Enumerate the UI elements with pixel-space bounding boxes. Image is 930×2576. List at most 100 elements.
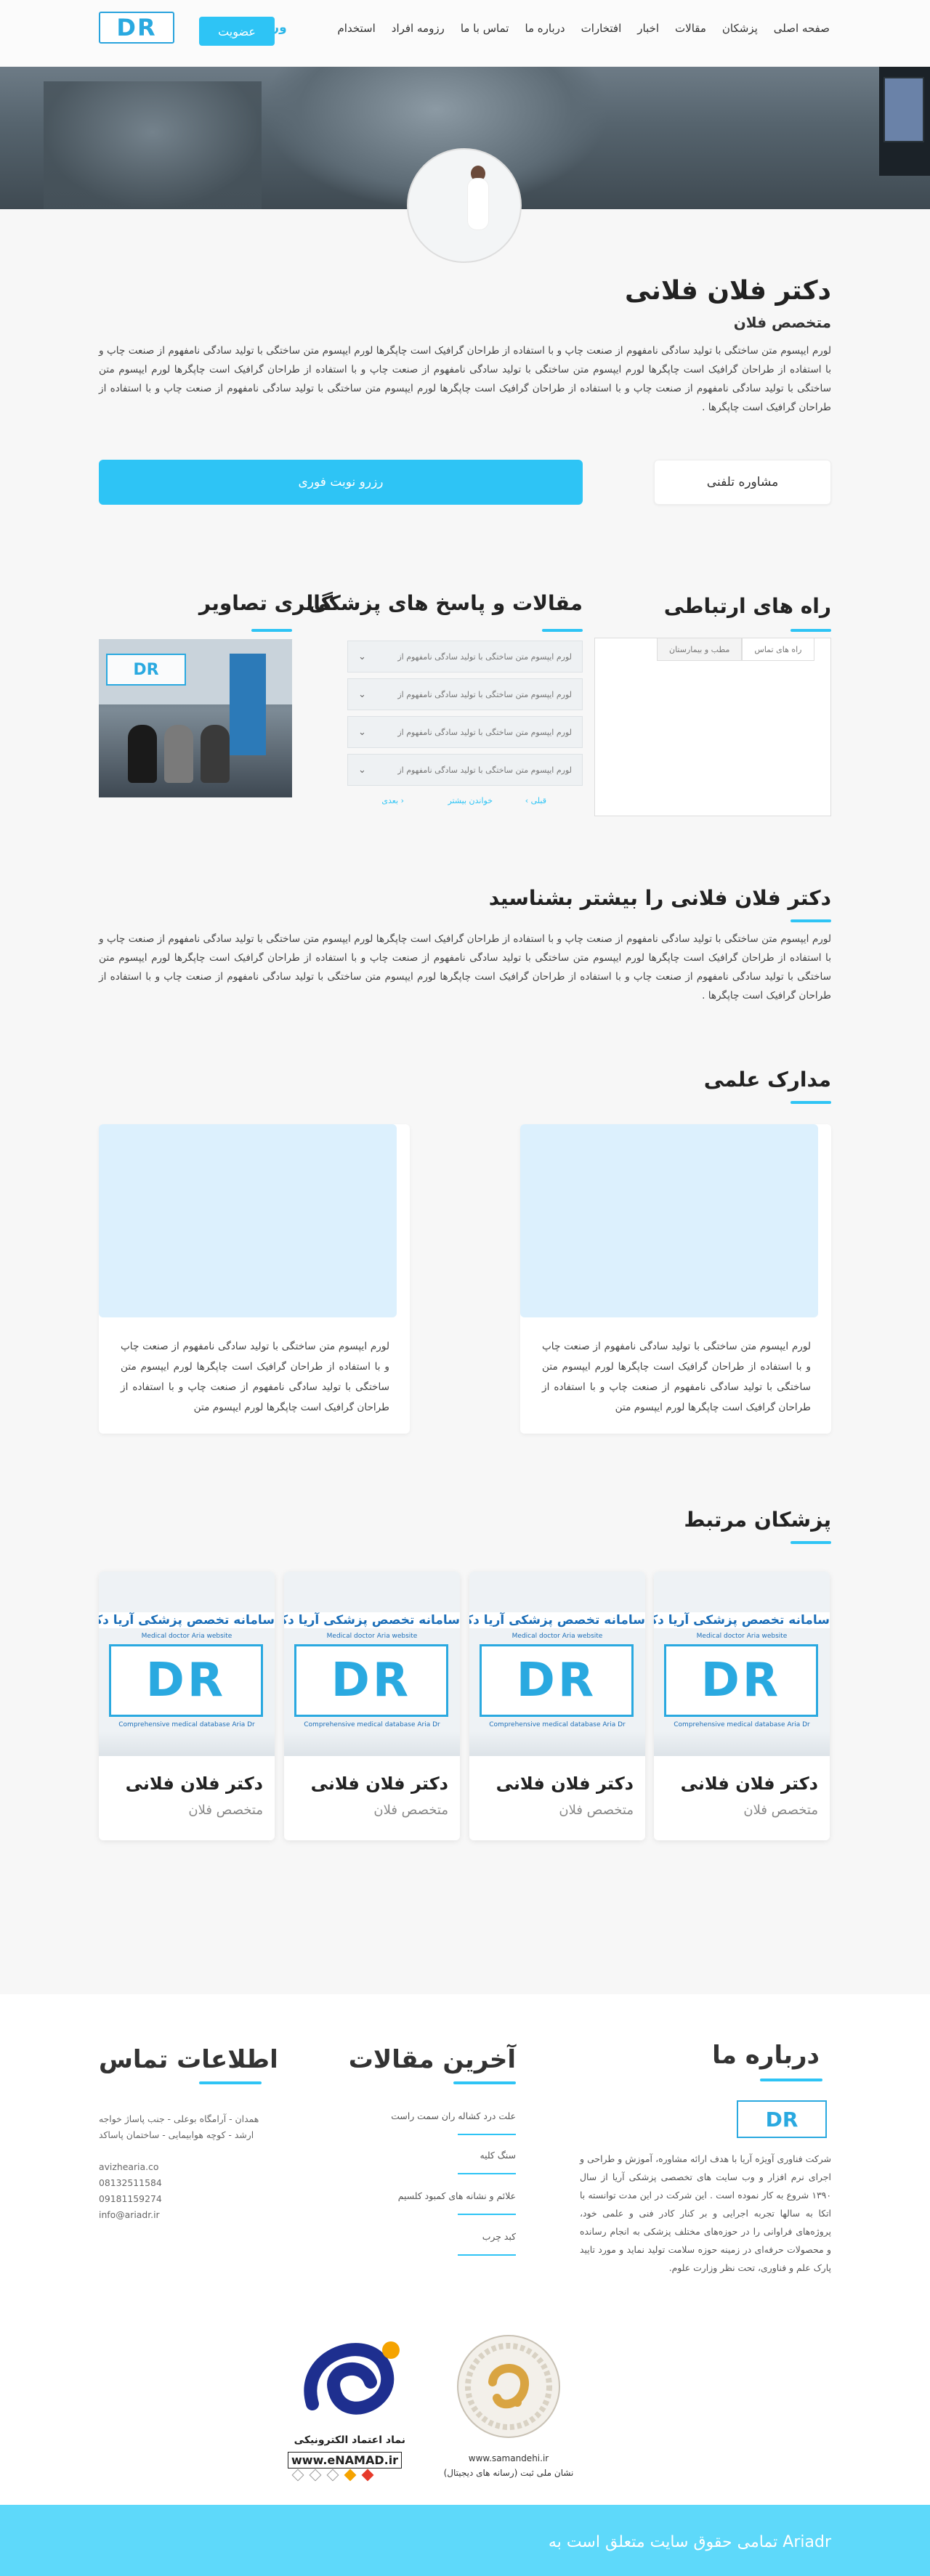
doctor-card-name: دکتر فلان فلانی [125, 1773, 263, 1794]
main-nav: صفحه اصلی پزشکان مقالات اخبار افتخارات د… [321, 22, 830, 35]
certificate-image [99, 1124, 397, 1317]
gallery-title: گالری تصاویر [198, 591, 333, 615]
title-underline [790, 1101, 831, 1104]
doctor-card-logo-sub: Comprehensive medical database Aria Dr [304, 1721, 440, 1728]
faq-item-text: لورم ایپسوم متن ساختگی با تولید سادگی نا… [397, 765, 572, 775]
phone-consult-button[interactable]: مشاوره تلفنی [654, 460, 831, 505]
footer-about-title: درباره ما [712, 2041, 820, 2070]
footer-article-link[interactable]: سنگ کلیه [480, 2150, 516, 2161]
nav-doctors[interactable]: پزشکان [722, 22, 758, 35]
certificates-title: مدارک علمی [703, 1068, 831, 1092]
nav-contact[interactable]: تماس با ما [461, 22, 509, 35]
chevron-down-icon: ⌄ [358, 688, 366, 700]
footer-contact-title: اطلاعات تماس [99, 2045, 278, 2074]
footer-article-link[interactable]: کبد چرب [482, 2231, 516, 2242]
faq-more-link[interactable]: خواندن بیشتر [448, 796, 493, 805]
tab-contact-ways[interactable]: راه های تماس [742, 638, 814, 661]
samandehi-badge[interactable]: www.samandehi.ir نشان ملی ثبت (رسانه های… [436, 2331, 581, 2485]
title-underline [790, 919, 831, 922]
know-doctor-title: دکتر فلان فلانی را بیشتر بشناسید [488, 886, 831, 910]
doctor-specialty: متخصص فلان [733, 314, 831, 331]
footer-phone[interactable]: 09181159274 [99, 2193, 162, 2204]
site-logo[interactable]: DR [99, 12, 174, 44]
enamad-icon [304, 2341, 400, 2415]
gallery-image[interactable]: DR [99, 639, 292, 797]
faq-item[interactable]: لورم ایپسوم متن ساختگی با تولید سادگی نا… [347, 754, 583, 786]
doctor-card-logo-sub: Comprehensive medical database Aria Dr [118, 1721, 255, 1728]
certificate-card[interactable]: لورم ایپسوم متن ساختگی با تولید سادگی نا… [99, 1124, 410, 1434]
gallery-logo-overlay: DR [106, 654, 186, 686]
related-doctor-card[interactable]: سامانه تخصص پزشکی آریا دکتر Medical doct… [99, 1572, 275, 1840]
faq-item[interactable]: لورم ایپسوم متن ساختگی با تولید سادگی نا… [347, 716, 583, 748]
nav-home[interactable]: صفحه اصلی [774, 22, 830, 35]
certificate-text: لورم ایپسوم متن ساختگی با تولید سادگی نا… [542, 1341, 811, 1413]
copyright-text: Ariadr تمامی حقوق سایت متعلق است به [548, 2533, 831, 2551]
footer-address-line: ارشد - کوچه هوابیمایی - ساختمان پاساکد [99, 2129, 254, 2140]
doctor-card-banner: سامانه تخصص پزشکی آریا دکتر [99, 1612, 275, 1628]
related-doctor-card[interactable]: سامانه تخصص پزشکی آریا دکتر Medical doct… [469, 1572, 645, 1840]
footer-logo[interactable]: DR [737, 2100, 827, 2138]
related-doctor-card[interactable]: سامانه تخصص پزشکی آریا دکتر Medical doct… [284, 1572, 460, 1840]
nav-news[interactable]: اخبار [637, 22, 659, 35]
doctor-card-banner-sub: Medical doctor Aria website [696, 1633, 788, 1640]
reserve-appointment-button[interactable]: رزرو نوبت فوری [99, 460, 583, 505]
footer-article-link[interactable]: علت درد کشاله ران سمت راست [391, 2110, 516, 2121]
doctor-card-logo-sub: Comprehensive medical database Aria Dr [674, 1721, 810, 1728]
certificate-card[interactable]: لورم ایپسوم متن ساختگی با تولید سادگی نا… [520, 1124, 831, 1434]
faq-item[interactable]: لورم ایپسوم متن ساختگی با تولید سادگی نا… [347, 678, 583, 710]
doctor-card-banner: سامانه تخصص پزشکی آریا دکتر [284, 1612, 460, 1628]
nav-about[interactable]: درباره ما [525, 22, 565, 35]
signup-button[interactable]: عضویت [199, 17, 275, 46]
nav-jobs[interactable]: استخدام [337, 22, 375, 35]
doctor-card-specialty: متخصص فلان [188, 1803, 263, 1818]
faq-prev-link[interactable]: قبلی › [525, 796, 546, 805]
samandehi-seal-icon [457, 2335, 560, 2438]
nav-articles[interactable]: مقالات [675, 22, 706, 35]
doctor-card-logo-sub: Comprehensive medical database Aria Dr [489, 1721, 626, 1728]
doctor-card-name: دکتر فلان فلانی [310, 1773, 448, 1794]
footer-article-link[interactable]: علائم و نشانه های کمبود کلسیم [398, 2190, 516, 2201]
samandehi-label: نشان ملی ثبت (رسانه های دیجیتال) [443, 2468, 574, 2478]
related-doctor-card[interactable]: سامانه تخصص پزشکی آریا دکتر Medical doct… [654, 1572, 830, 1840]
doctor-card-banner: سامانه تخصص پزشکی آریا دکتر [654, 1612, 830, 1628]
doctor-card-name: دکتر فلان فلانی [496, 1773, 634, 1794]
doctor-card-logo: DR [294, 1644, 448, 1717]
faq-item-text: لورم ایپسوم متن ساختگی با تولید سادگی نا… [397, 689, 572, 699]
title-underline [453, 2081, 516, 2084]
footer-phone[interactable]: 08132511584 [99, 2177, 162, 2188]
footer-website[interactable]: avizhearia.co [99, 2161, 158, 2172]
doctor-bio: لورم ایپسوم متن ساختگی با تولید سادگی نا… [99, 345, 831, 413]
hero-monitor [879, 67, 930, 176]
nav-honors[interactable]: افتخارات [581, 22, 622, 35]
footer-email[interactable]: info@ariadr.ir [99, 2209, 160, 2220]
footer-articles-title: آخرین مقالات [348, 2045, 516, 2074]
doctor-avatar [407, 148, 522, 263]
contact-tabs: راه های تماس مطب و بیمارستان [657, 638, 814, 661]
faq-item[interactable]: لورم ایپسوم متن ساختگی با تولید سادگی نا… [347, 641, 583, 673]
title-underline [760, 2079, 822, 2081]
chevron-down-icon: ⌄ [358, 726, 366, 738]
faq-next-link[interactable]: ‹ بعدی [381, 796, 404, 805]
enamad-badge[interactable]: نماد اعتماد الکترونیکی www.eNAMAD.ir [283, 2324, 413, 2485]
samandehi-url: www.samandehi.ir [468, 2453, 549, 2463]
related-doctors-title: پزشکان مرتبط [684, 1508, 831, 1532]
certificate-text: لورم ایپسوم متن ساختگی با تولید سادگی نا… [121, 1341, 389, 1413]
footer-about-text: شرکت فناوری آویژه آریا با هدف ارائه مشاو… [580, 2153, 831, 2273]
tab-office-hospital[interactable]: مطب و بیمارستان [657, 638, 743, 661]
site-header: صفحه اصلی پزشکان مقالات اخبار افتخارات د… [0, 0, 930, 67]
doctor-card-specialty: متخصص فلان [743, 1803, 818, 1818]
footer-address-line: همدان - آرامگاه بوعلی - جنب پاساژ خواجه [99, 2113, 259, 2124]
contact-ways-title: راه های ارتباطی [663, 594, 831, 618]
faq-item-text: لورم ایپسوم متن ساختگی با تولید سادگی نا… [397, 651, 572, 662]
nav-resumes[interactable]: رزومه افراد [392, 22, 445, 35]
doctor-card-banner: سامانه تخصص پزشکی آریا دکتر [469, 1612, 645, 1628]
doctor-name: دکتر فلان فلانی [624, 276, 831, 306]
doctor-card-banner-sub: Medical doctor Aria website [326, 1633, 418, 1640]
doctor-card-specialty: متخصص فلان [373, 1803, 448, 1818]
enamad-stars [291, 2469, 374, 2482]
articles-faq-title: مقالات و پاسخ های پزشکی [308, 591, 583, 615]
contact-panel [594, 638, 831, 816]
doctor-card-banner-sub: Medical doctor Aria website [141, 1633, 232, 1640]
chevron-down-icon: ⌄ [358, 764, 366, 776]
enamad-url: www.eNAMAD.ir [288, 2452, 403, 2469]
